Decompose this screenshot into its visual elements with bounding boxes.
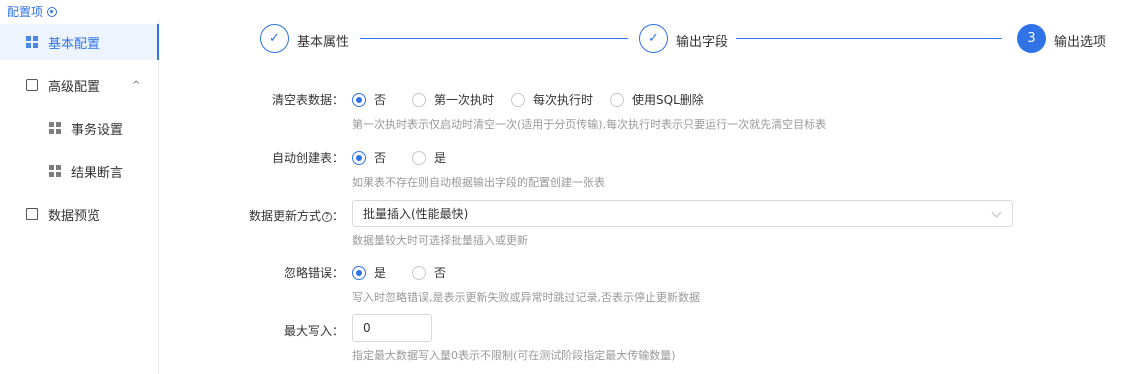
sidebar-item-result-assert[interactable]: 结果断言: [0, 153, 159, 189]
radio-label: 否: [374, 151, 387, 165]
question-icon[interactable]: ?: [321, 211, 332, 222]
ignore-errors-label: 忽略错误：: [283, 266, 344, 280]
max-write-value: 0: [363, 321, 371, 335]
sidebar: 基本配置 高级配置 ^ 事务设置 结果断言 数据预览: [0, 20, 159, 374]
config-header-title: 配置项: [7, 5, 44, 19]
clear-table-option-first[interactable]: 第一次执时: [412, 91, 494, 108]
auto-create-option-no[interactable]: 否: [352, 149, 386, 166]
update-mode-label: 数据更新方式?：: [244, 207, 344, 224]
clear-table-hint: 第一次执时表示仅启动时清空一次(适用于分页传输),每次执行时表示只要运行一次就先…: [352, 118, 827, 131]
update-mode-label-text: 数据更新方式: [248, 209, 321, 223]
max-write-hint: 指定最大数据写入量0表示不限制(可在测试阶段指定最大传输数量): [352, 349, 676, 362]
radio-icon[interactable]: [610, 92, 625, 107]
clear-table-option-sql[interactable]: 使用SQL删除: [610, 91, 704, 108]
radio-label: 使用SQL删除: [632, 93, 704, 107]
clear-table-radio-group: 否 第一次执时 每次执行时 使用SQL删除: [352, 91, 724, 108]
label-colon: ：: [331, 209, 344, 223]
radio-checked-icon[interactable]: [352, 265, 366, 280]
target-icon[interactable]: [47, 6, 58, 17]
auto-create-radio-group: 否 是: [352, 149, 466, 166]
step-1-check-icon[interactable]: ✓: [260, 24, 289, 53]
radio-label: 是: [434, 151, 447, 165]
sidebar-item-label: 高级配置: [48, 79, 101, 95]
radio-label: 是: [374, 266, 387, 280]
sidebar-item-transaction[interactable]: 事务设置: [0, 110, 159, 146]
radio-label: 第一次执时: [434, 93, 495, 107]
chevron-down-icon[interactable]: [991, 207, 1002, 218]
radio-icon[interactable]: [412, 265, 427, 280]
grid-icon: [26, 36, 38, 48]
sidebar-item-advanced-config[interactable]: 高级配置 ^: [0, 67, 159, 103]
ignore-errors-radio-group: 是 否: [352, 264, 466, 281]
radio-checked-icon[interactable]: [352, 150, 366, 165]
radio-label: 否: [434, 266, 447, 280]
update-mode-value: 批量插入(性能最快): [363, 207, 469, 221]
step-2-check-icon[interactable]: ✓: [639, 24, 668, 53]
cube-icon: [26, 79, 38, 91]
radio-icon[interactable]: [511, 92, 526, 107]
clear-table-option-no[interactable]: 否: [352, 91, 386, 108]
step-connector: [360, 38, 628, 39]
radio-icon[interactable]: [412, 92, 427, 107]
config-header: 配置项: [7, 3, 58, 20]
clear-table-option-each[interactable]: 每次执行时: [511, 91, 593, 108]
sidebar-item-label: 结果断言: [71, 165, 124, 181]
step-connector: [736, 38, 1002, 39]
sidebar-item-label: 事务设置: [71, 122, 124, 138]
ignore-errors-hint: 写入时忽略错误,是表示更新失败或异常时跳过记录,否表示停止更新数据: [352, 291, 700, 304]
sidebar-item-label: 基本配置: [48, 36, 101, 52]
ignore-errors-option-yes[interactable]: 是: [352, 264, 386, 281]
step-3-label: 输出选项: [1054, 35, 1107, 50]
sidebar-item-basic-config[interactable]: 基本配置: [0, 24, 159, 60]
step-2-label: 输出字段: [676, 35, 729, 50]
update-mode-select[interactable]: 批量插入(性能最快): [352, 200, 1013, 227]
max-write-label: 最大写入：: [283, 324, 344, 338]
document-icon: [26, 208, 38, 220]
step-progress: ✓ 基本属性 ✓ 输出字段 3 输出选项: [260, 24, 1110, 54]
radio-icon[interactable]: [412, 150, 427, 165]
auto-create-option-yes[interactable]: 是: [412, 149, 446, 166]
max-write-input[interactable]: 0: [352, 314, 432, 342]
auto-create-hint: 如果表不存在则自动根据输出字段的配置创建一张表: [352, 176, 605, 189]
sidebar-item-data-preview[interactable]: 数据预览: [0, 196, 159, 232]
radio-label: 每次执行时: [533, 93, 594, 107]
clear-table-label: 清空表数据：: [271, 93, 344, 107]
update-mode-hint: 数据量较大时可选择批量插入或更新: [352, 234, 528, 247]
step-1-label: 基本属性: [297, 35, 350, 50]
radio-checked-icon[interactable]: [352, 92, 366, 107]
step-3-number[interactable]: 3: [1017, 24, 1046, 53]
radio-label: 否: [374, 93, 387, 107]
sidebar-item-label: 数据预览: [48, 208, 101, 224]
chevron-up-icon[interactable]: ^: [132, 80, 140, 91]
grid-icon: [49, 122, 61, 134]
auto-create-label: 自动创建表：: [271, 151, 344, 165]
ignore-errors-option-no[interactable]: 否: [412, 264, 446, 281]
grid-icon: [49, 165, 61, 177]
